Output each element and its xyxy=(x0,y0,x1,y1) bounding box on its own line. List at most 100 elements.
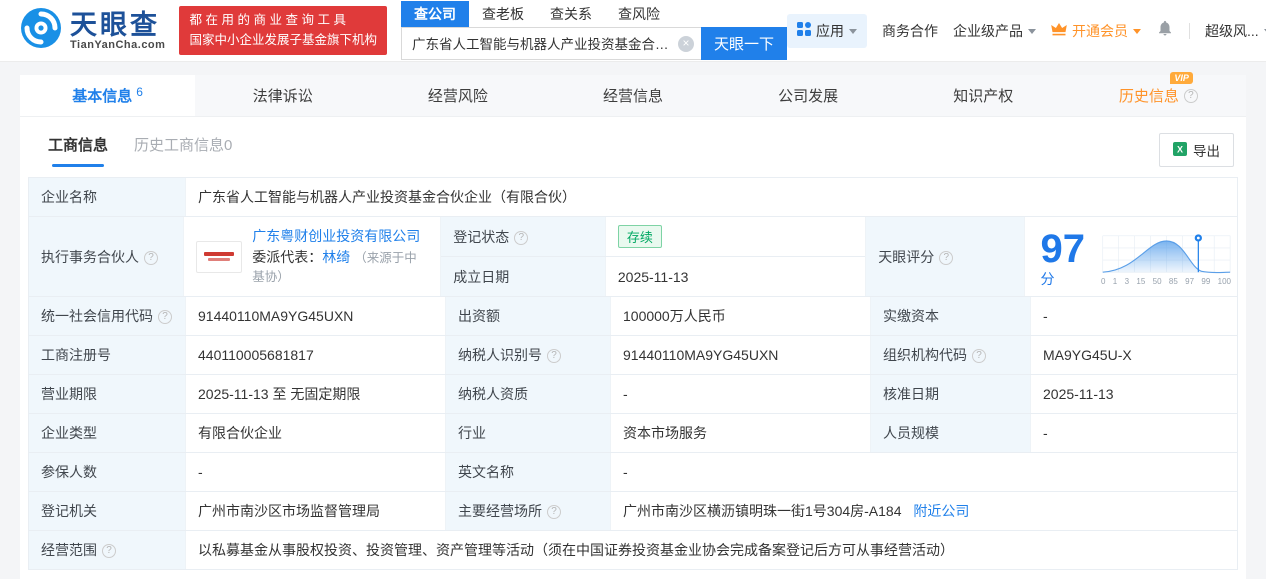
brand-domain: TianYanCha.com xyxy=(70,38,166,51)
nav-business-cooperation[interactable]: 商务合作 xyxy=(882,21,938,41)
tianyancha-logo[interactable]: 天眼查 TianYanCha.com xyxy=(20,7,165,54)
subtab-business-info[interactable]: 工商信息 xyxy=(48,134,108,167)
table-row: 执行事务合伙人 广东粤财创业投资有限公司 委派代表：林绮 （来源于中基协） xyxy=(29,217,1237,297)
establish-date-value: 2025-11-13 xyxy=(617,268,689,285)
business-term-value: 2025-11-13 至 无固定期限 xyxy=(186,375,446,413)
reg-status-label-cell: 登记状态 xyxy=(441,217,606,256)
business-place-value-cell: 广州市南沙区横沥镇明珠一街1号304房-A184 附近公司 xyxy=(611,492,1237,530)
contribution-label: 出资额 xyxy=(446,297,611,335)
nav-super-risk[interactable]: 超级风... xyxy=(1205,21,1266,41)
tab-operation-info[interactable]: 经营信息 xyxy=(545,75,720,116)
rep-name-link[interactable]: 林绮 xyxy=(322,249,350,265)
paid-capital-label: 实缴资本 xyxy=(871,297,1031,335)
tab-company-development-label: 公司发展 xyxy=(778,88,839,105)
svg-text:X: X xyxy=(1177,144,1183,154)
help-icon[interactable] xyxy=(972,349,986,364)
promo-banner: 都在用的商业查询工具 国家中小企业发展子基金旗下机构 xyxy=(179,6,387,55)
nav-apps[interactable]: 应用 xyxy=(786,13,867,48)
help-icon[interactable] xyxy=(547,349,561,364)
tab-legal-litigation-label: 法律诉讼 xyxy=(252,88,313,105)
tab-legal-litigation[interactable]: 法律诉讼 xyxy=(195,75,370,116)
search-tabs: 查公司 查老板 查关系 查风险 xyxy=(400,0,787,27)
partner-label-cell: 执行事务合伙人 xyxy=(29,217,185,296)
search-tab-risk[interactable]: 查风险 xyxy=(605,1,673,27)
score-value-cell[interactable]: 97分 0 1 3 15 50 85 97 99 100 xyxy=(1025,217,1238,296)
industry-value: 资本市场服务 xyxy=(611,414,871,452)
reg-number-label: 工商注册号 xyxy=(29,336,186,374)
subtab-row: 工商信息 历史工商信息0 X 导出 xyxy=(20,117,1246,167)
approval-date-value: 2025-11-13 xyxy=(1043,386,1114,402)
apps-grid-icon xyxy=(796,22,811,39)
score-curve-chart: 01 3 15 50 85 97 99 100 xyxy=(1101,232,1231,286)
help-icon[interactable] xyxy=(1183,88,1198,103)
tab-operation-info-label: 经营信息 xyxy=(602,88,663,105)
tab-operation-risk[interactable]: 经营风险 xyxy=(370,75,545,116)
partner-company-link[interactable]: 广东粤财创业投资有限公司 xyxy=(252,228,420,244)
business-scope-label: 经营范围 xyxy=(41,542,97,558)
table-row: 工商注册号 440110005681817 纳税人识别号 91440110MA9… xyxy=(29,336,1237,375)
taxpayer-id-label-cell: 纳税人识别号 xyxy=(446,336,611,374)
tab-intellectual-property[interactable]: 知识产权 xyxy=(896,75,1071,116)
nav-open-vip-label: 开通会员 xyxy=(1071,22,1128,39)
nearby-companies-link[interactable]: 附近公司 xyxy=(913,503,969,519)
org-code-value: MA9YG45U-X xyxy=(1043,347,1132,363)
partner-company-logo xyxy=(196,240,243,273)
help-icon[interactable] xyxy=(939,250,954,265)
export-button[interactable]: X 导出 xyxy=(1159,133,1234,167)
subtab-history-business-info[interactable]: 历史工商信息0 xyxy=(134,134,232,167)
paid-capital-value: - xyxy=(1043,308,1048,324)
main-tabbar: 基本信息 6 法律诉讼 经营风险 经营信息 公司发展 知识产权 历史信息 VIP xyxy=(20,72,1246,117)
tab-basic-info[interactable]: 基本信息 6 xyxy=(20,75,196,116)
nav-divider xyxy=(1188,22,1190,39)
search-input[interactable] xyxy=(400,26,701,60)
help-icon[interactable] xyxy=(158,310,172,325)
header-nav: 应用 商务合作 企业级产品 开通会员 超级风... xyxy=(786,13,1266,48)
help-icon[interactable] xyxy=(144,250,158,265)
tab-company-development[interactable]: 公司发展 xyxy=(721,75,896,116)
taxpayer-id-value: 91440110MA9YG45UXN xyxy=(611,336,871,374)
search-tab-boss[interactable]: 查老板 xyxy=(469,1,537,27)
search-tab-relation[interactable]: 查关系 xyxy=(537,1,605,27)
search-area: 查公司 查老板 查关系 查风险 天眼一下 xyxy=(400,0,787,60)
tab-basic-info-label: 基本信息 xyxy=(72,88,133,105)
score-axis: 01 3 15 50 85 97 99 100 xyxy=(1101,276,1231,286)
staff-size-value: - xyxy=(1043,425,1048,441)
tianyancha-logo-icon xyxy=(20,7,62,54)
status-badge: 存续 xyxy=(617,225,662,248)
table-row: 企业名称 广东省人工智能与机器人产业投资基金合伙企业（有限合伙） xyxy=(29,178,1237,217)
industry-label: 行业 xyxy=(446,414,611,452)
org-code-label-cell: 组织机构代码 xyxy=(871,336,1031,374)
partner-mid-block: 登记状态 存续 成立日期 2025-11-13 xyxy=(441,217,867,296)
insured-count-label: 参保人数 xyxy=(29,453,186,491)
rep-label: 委派代表： xyxy=(252,249,323,265)
company-type-label: 企业类型 xyxy=(29,414,186,452)
clear-search-icon[interactable] xyxy=(677,35,694,52)
reg-authority-value: 广州市南沙区市场监督管理局 xyxy=(186,492,446,530)
company-name-value: 广东省人工智能与机器人产业投资基金合伙企业（有限合伙） xyxy=(198,189,576,205)
excel-icon: X xyxy=(1173,141,1187,159)
help-icon[interactable] xyxy=(102,544,116,559)
help-icon[interactable] xyxy=(514,230,529,245)
search-tab-company[interactable]: 查公司 xyxy=(400,0,469,27)
partner-value-cell: 广东粤财创业投资有限公司 委派代表：林绮 （来源于中基协） xyxy=(184,217,442,296)
table-row: 营业期限 2025-11-13 至 无固定期限 纳税人资质 - 核准日期 202… xyxy=(29,375,1237,414)
help-icon[interactable] xyxy=(547,505,561,520)
score-label: 天眼评分 xyxy=(878,248,935,265)
english-name-label: 英文名称 xyxy=(446,453,611,491)
approval-date-label: 核准日期 xyxy=(871,375,1031,413)
business-scope-label-cell: 经营范围 xyxy=(29,531,186,569)
nav-enterprise-product[interactable]: 企业级产品 xyxy=(953,21,1036,41)
taxpayer-quality-label: 纳税人资质 xyxy=(446,375,611,413)
notification-bell-icon[interactable] xyxy=(1156,19,1174,42)
crown-icon xyxy=(1051,22,1067,39)
staff-size-label: 人员规模 xyxy=(871,414,1031,452)
nav-open-vip[interactable]: 开通会员 xyxy=(1051,21,1141,41)
credit-code-label-cell: 统一社会信用代码 xyxy=(29,297,186,335)
search-button[interactable]: 天眼一下 xyxy=(700,26,787,60)
business-scope-value: 以私募基金从事股权投资、投资管理、资产管理等活动（须在中国证券投资基金业协会完成… xyxy=(198,542,954,558)
nav-enterprise-label: 企业级产品 xyxy=(952,22,1023,39)
promo-line1: 都在用的商业查询工具 xyxy=(189,13,350,28)
tab-history-info[interactable]: 历史信息 VIP xyxy=(1071,72,1246,116)
promo-line2: 国家中小企业发展子基金旗下机构 xyxy=(189,32,377,47)
tab-intellectual-property-label: 知识产权 xyxy=(953,88,1014,105)
